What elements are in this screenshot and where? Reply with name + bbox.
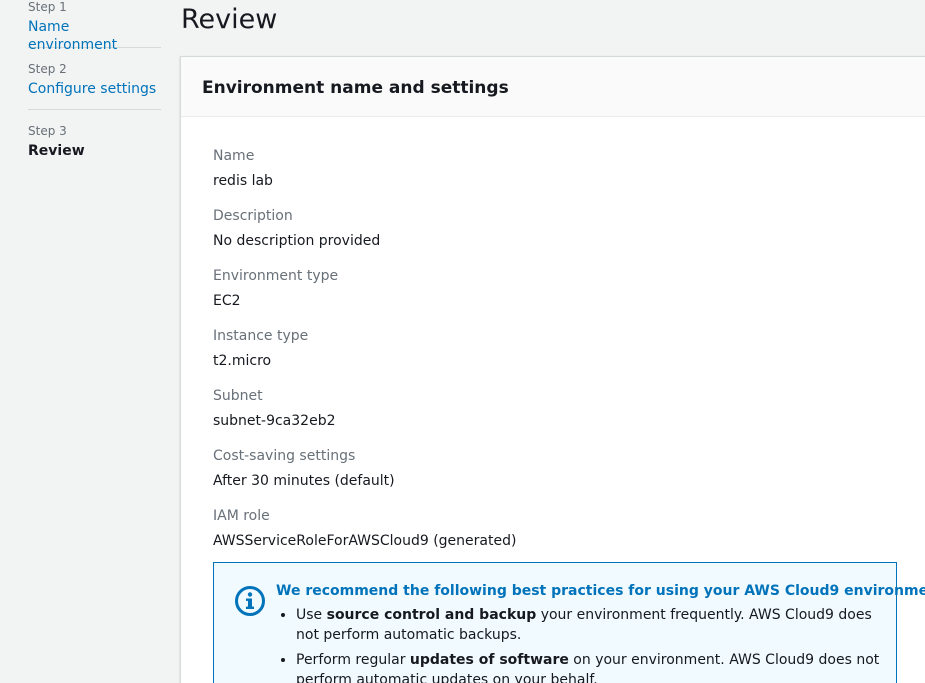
field-cost-saving: Cost-saving settings After 30 minutes (d… <box>213 447 395 490</box>
step-2-number: Step 2 <box>28 62 67 76</box>
field-description: Description No description provided <box>213 207 380 250</box>
field-value: redis lab <box>213 173 273 189</box>
item-bold-text: updates of software <box>409 652 569 668</box>
field-value: After 30 minutes (default) <box>213 473 395 489</box>
list-item: Perform regular updates of software on y… <box>296 650 896 683</box>
field-label: IAM role <box>213 508 270 524</box>
field-label: Subnet <box>213 388 263 404</box>
item-text: Use <box>296 607 327 623</box>
field-instance-type: Instance type t2.micro <box>213 327 308 370</box>
list-item: Use source control and backup your envir… <box>296 605 896 645</box>
step-3: Step 3 Review <box>28 124 161 164</box>
page-title: Review <box>181 4 278 35</box>
panel-title: Environment name and settings <box>202 78 509 98</box>
field-label: Description <box>213 208 293 224</box>
field-label: Environment type <box>213 268 339 284</box>
step-1-link[interactable]: Name environment <box>28 18 161 54</box>
step-1-number: Step 1 <box>28 0 67 14</box>
field-label: Cost-saving settings <box>213 448 356 464</box>
panel-header: Environment name and settings <box>181 57 925 117</box>
settings-panel: Environment name and settings Name redis… <box>180 56 925 683</box>
field-label: Instance type <box>213 328 309 344</box>
alert-list: Use source control and backup your envir… <box>276 605 896 683</box>
field-name: Name redis lab <box>213 147 273 190</box>
field-iam-role: IAM role AWSServiceRoleForAWSCloud9 (gen… <box>213 507 516 550</box>
step-3-number: Step 3 <box>28 124 67 138</box>
field-value: No description provided <box>213 233 381 249</box>
step-2-link[interactable]: Configure settings <box>28 80 156 98</box>
step-2: Step 2 Configure settings <box>28 62 161 110</box>
field-value: subnet-9ca32eb2 <box>213 413 336 429</box>
best-practices-alert: We recommend the following best practice… <box>213 562 925 683</box>
item-bold-text: source control and backup <box>326 607 537 623</box>
field-environment-type: Environment type EC2 <box>213 267 338 310</box>
step-3-current: Review <box>28 143 85 159</box>
alert-title: We recommend the following best practice… <box>276 583 925 599</box>
field-subnet: Subnet subnet-9ca32eb2 <box>213 387 336 430</box>
page: Step 1 Name environment Step 2 Configure… <box>0 0 925 683</box>
field-value: t2.micro <box>213 353 272 369</box>
info-icon <box>235 586 265 616</box>
item-text: Perform regular <box>296 652 410 668</box>
field-value: EC2 <box>213 293 241 309</box>
field-label: Name <box>213 148 255 164</box>
step-1: Step 1 Name environment <box>28 0 161 53</box>
field-value: AWSServiceRoleForAWSCloud9 (generated) <box>213 533 517 549</box>
